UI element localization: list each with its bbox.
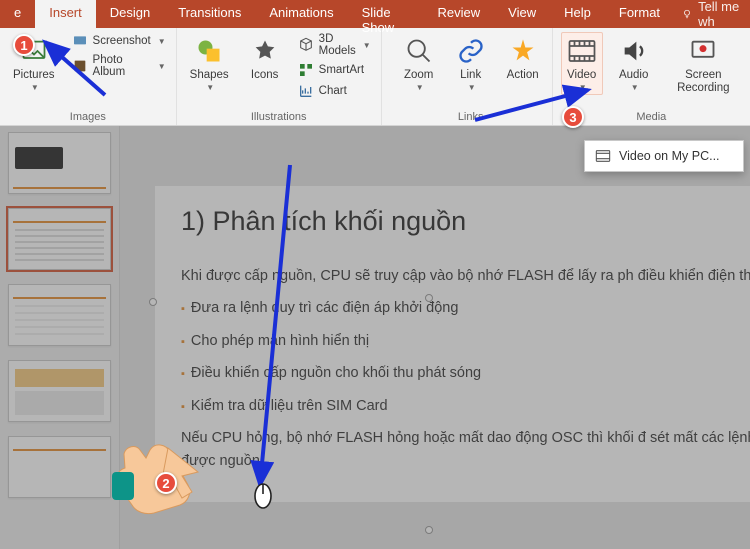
smartart-icon [298, 62, 314, 78]
screenshot-icon [72, 33, 88, 49]
link-icon [455, 35, 487, 67]
photo-album-label: Photo Album [93, 54, 151, 78]
zoom-button[interactable]: Zoom▼ [398, 32, 440, 95]
body-paragraph: Nếu CPU hỏng, bộ nhớ FLASH hỏng hoặc mất… [181, 427, 750, 472]
selection-handle[interactable] [425, 294, 433, 302]
slide-title: 1) Phân tích khối nguồn [181, 206, 750, 237]
mouse-cursor-icon [253, 482, 273, 510]
link-label: Link [460, 69, 481, 81]
tab-animations[interactable]: Animations [255, 0, 347, 28]
tab-bar: e Insert Design Transitions Animations S… [0, 0, 750, 28]
group-media-label: Media [561, 109, 742, 123]
slide-thumbnail[interactable] [8, 208, 111, 270]
smartart-button[interactable]: SmartArt [296, 61, 373, 79]
tab-file[interactable]: e [0, 0, 35, 28]
screen-recording-button[interactable]: Screen Recording [665, 32, 742, 97]
cube-icon [298, 37, 314, 53]
action-label: Action [507, 69, 539, 81]
photo-album-button[interactable]: Photo Album▼ [70, 53, 168, 79]
annotation-badge-3: 3 [562, 106, 584, 128]
chart-label: Chart [319, 85, 347, 97]
tell-me[interactable]: Tell me wh [674, 0, 750, 28]
screenshot-button[interactable]: Screenshot▼ [70, 32, 168, 50]
screenshot-label: Screenshot [93, 35, 151, 47]
action-icon [507, 35, 539, 67]
slide: 1) Phân tích khối nguồn Khi được cấp ngu… [155, 186, 750, 502]
video-dropdown: Video on My PC... [584, 140, 744, 172]
group-illus-label: Illustrations [185, 109, 373, 123]
slide-body: Khi được cấp nguồn, CPU sẽ truy cập vào … [181, 265, 750, 472]
audio-icon [618, 35, 650, 67]
annotation-badge-1: 1 [13, 34, 35, 56]
dropdown-item-label: Video on My PC... [619, 149, 720, 163]
group-illustrations: Shapes▼ Icons 3D Models▼ SmartArt Chart [177, 28, 382, 125]
slide-thumbnail[interactable] [8, 132, 111, 194]
video-button[interactable]: Video▼ [561, 32, 603, 95]
video-label: Video [567, 69, 596, 81]
3d-models-label: 3D Models [319, 33, 356, 57]
zoom-icon [403, 35, 435, 67]
tab-insert[interactable]: Insert [35, 0, 96, 28]
thumbnail-panel[interactable] [0, 126, 120, 549]
pictures-label: Pictures [13, 69, 55, 81]
slide-thumbnail[interactable] [8, 284, 111, 346]
group-images-label: Images [8, 109, 168, 123]
audio-button[interactable]: Audio▼ [613, 32, 655, 95]
chart-button[interactable]: Chart [296, 82, 373, 100]
body-bullet: Kiểm tra dữ liệu trên SIM Card [181, 395, 750, 417]
ribbon: Pictures▼ Screenshot▼ Photo Album▼ Image… [0, 28, 750, 126]
video-icon [566, 35, 598, 67]
icons-icon [249, 35, 281, 67]
video-on-my-pc-item[interactable]: Video on My PC... [585, 141, 743, 171]
body-bullet: Điều khiển cấp nguồn cho khối thu phát s… [181, 362, 750, 384]
screen-recording-label: Screen Recording [670, 69, 737, 94]
body-paragraph: Khi được cấp nguồn, CPU sẽ truy cập vào … [181, 265, 750, 287]
selection-handle[interactable] [425, 526, 433, 534]
film-icon [595, 148, 611, 164]
tab-format[interactable]: Format [605, 0, 674, 28]
tab-review[interactable]: Review [424, 0, 495, 28]
link-button[interactable]: Link▼ [450, 32, 492, 95]
tab-transitions[interactable]: Transitions [164, 0, 255, 28]
annotation-badge-2: 2 [155, 472, 177, 494]
shapes-icon [193, 35, 225, 67]
tab-slideshow[interactable]: Slide Show [348, 0, 424, 28]
slide-thumbnail[interactable] [8, 360, 111, 422]
zoom-label: Zoom [404, 69, 433, 81]
body-bullet: Cho phép màn hình hiển thị [181, 330, 750, 352]
photo-album-icon [72, 58, 88, 74]
chart-icon [298, 83, 314, 99]
group-links: Zoom▼ Link▼ Action Links [382, 28, 553, 125]
3d-models-button[interactable]: 3D Models▼ [296, 32, 373, 58]
body-bullet: Đưa ra lệnh duy trì các điện áp khởi độn… [181, 297, 750, 319]
group-links-label: Links [398, 109, 544, 123]
action-button[interactable]: Action [502, 32, 544, 84]
shapes-button[interactable]: Shapes▼ [185, 32, 234, 95]
audio-label: Audio [619, 69, 648, 81]
screen-recording-icon [687, 35, 719, 67]
smartart-label: SmartArt [319, 64, 364, 76]
selection-handle[interactable] [149, 298, 157, 306]
icons-button[interactable]: Icons [244, 32, 286, 84]
lightbulb-icon [682, 7, 692, 21]
shapes-label: Shapes [190, 69, 229, 81]
icons-label: Icons [251, 69, 279, 81]
tell-me-label: Tell me wh [698, 0, 742, 29]
tab-help[interactable]: Help [550, 0, 605, 28]
slide-thumbnail[interactable] [8, 436, 111, 498]
tab-view[interactable]: View [494, 0, 550, 28]
tab-design[interactable]: Design [96, 0, 164, 28]
